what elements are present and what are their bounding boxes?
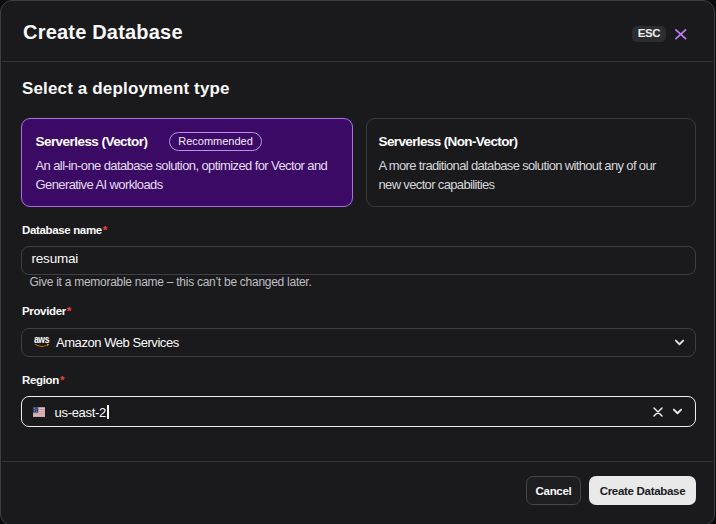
svg-text:aws: aws	[34, 336, 49, 345]
